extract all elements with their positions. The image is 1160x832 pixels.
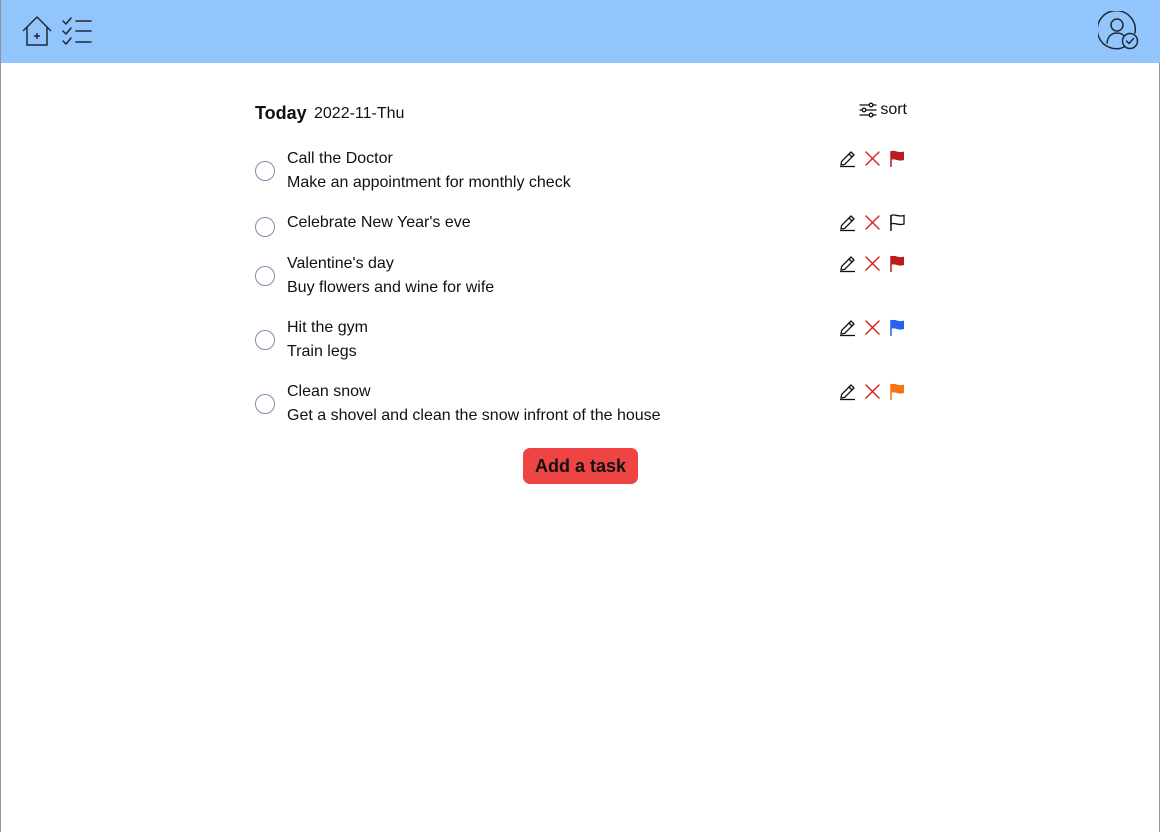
sliders-icon bbox=[859, 102, 877, 118]
top-nav-bar bbox=[1, 0, 1160, 63]
task-description: Get a shovel and clean the snow infront … bbox=[287, 407, 661, 424]
priority-flag-icon[interactable] bbox=[888, 318, 907, 337]
task-item: Valentine's day Buy flowers and wine for… bbox=[255, 253, 907, 317]
home-icon[interactable] bbox=[21, 14, 53, 53]
page-title: Today bbox=[255, 103, 307, 123]
sort-button[interactable]: sort bbox=[859, 101, 907, 119]
app-window: Today 2022-11-Thu sort Call the Doctor M… bbox=[0, 0, 1160, 832]
task-panel: Today 2022-11-Thu sort Call the Doctor M… bbox=[255, 100, 907, 424]
add-task-button[interactable]: Add a task bbox=[523, 448, 638, 484]
complete-task-checkbox[interactable] bbox=[255, 217, 275, 237]
complete-task-checkbox[interactable] bbox=[255, 394, 275, 414]
task-description: Make an appointment for monthly check bbox=[287, 174, 571, 191]
delete-x-icon[interactable] bbox=[863, 382, 882, 401]
task-title: Call the Doctor bbox=[287, 150, 393, 167]
priority-flag-icon[interactable] bbox=[888, 254, 907, 273]
edit-pencil-icon[interactable] bbox=[838, 254, 857, 273]
complete-task-checkbox[interactable] bbox=[255, 161, 275, 181]
task-list: Call the Doctor Make an appointment for … bbox=[255, 148, 907, 445]
priority-flag-icon[interactable] bbox=[888, 149, 907, 168]
edit-pencil-icon[interactable] bbox=[838, 318, 857, 337]
task-item: Clean snow Get a shovel and clean the sn… bbox=[255, 381, 907, 445]
task-item: Call the Doctor Make an appointment for … bbox=[255, 148, 907, 212]
complete-task-checkbox[interactable] bbox=[255, 266, 275, 286]
edit-pencil-icon[interactable] bbox=[838, 213, 857, 232]
delete-x-icon[interactable] bbox=[863, 254, 882, 273]
priority-flag-icon[interactable] bbox=[888, 213, 907, 232]
task-title: Valentine's day bbox=[287, 255, 394, 272]
task-title: Celebrate New Year's eve bbox=[287, 214, 471, 231]
task-item: Celebrate New Year's eve bbox=[255, 212, 907, 253]
task-header: Today 2022-11-Thu sort bbox=[255, 100, 907, 128]
date-label: 2022-11-Thu bbox=[314, 105, 405, 122]
delete-x-icon[interactable] bbox=[863, 318, 882, 337]
edit-pencil-icon[interactable] bbox=[838, 382, 857, 401]
edit-pencil-icon[interactable] bbox=[838, 149, 857, 168]
task-description: Train legs bbox=[287, 343, 357, 360]
checklist-icon[interactable] bbox=[61, 14, 93, 53]
task-title: Hit the gym bbox=[287, 319, 368, 336]
task-item: Hit the gym Train legs bbox=[255, 317, 907, 381]
priority-flag-icon[interactable] bbox=[888, 382, 907, 401]
user-check-icon[interactable] bbox=[1096, 9, 1140, 56]
delete-x-icon[interactable] bbox=[863, 213, 882, 232]
delete-x-icon[interactable] bbox=[863, 149, 882, 168]
task-description: Buy flowers and wine for wife bbox=[287, 279, 495, 296]
sort-label: sort bbox=[880, 101, 907, 118]
complete-task-checkbox[interactable] bbox=[255, 330, 275, 350]
task-title: Clean snow bbox=[287, 383, 371, 400]
